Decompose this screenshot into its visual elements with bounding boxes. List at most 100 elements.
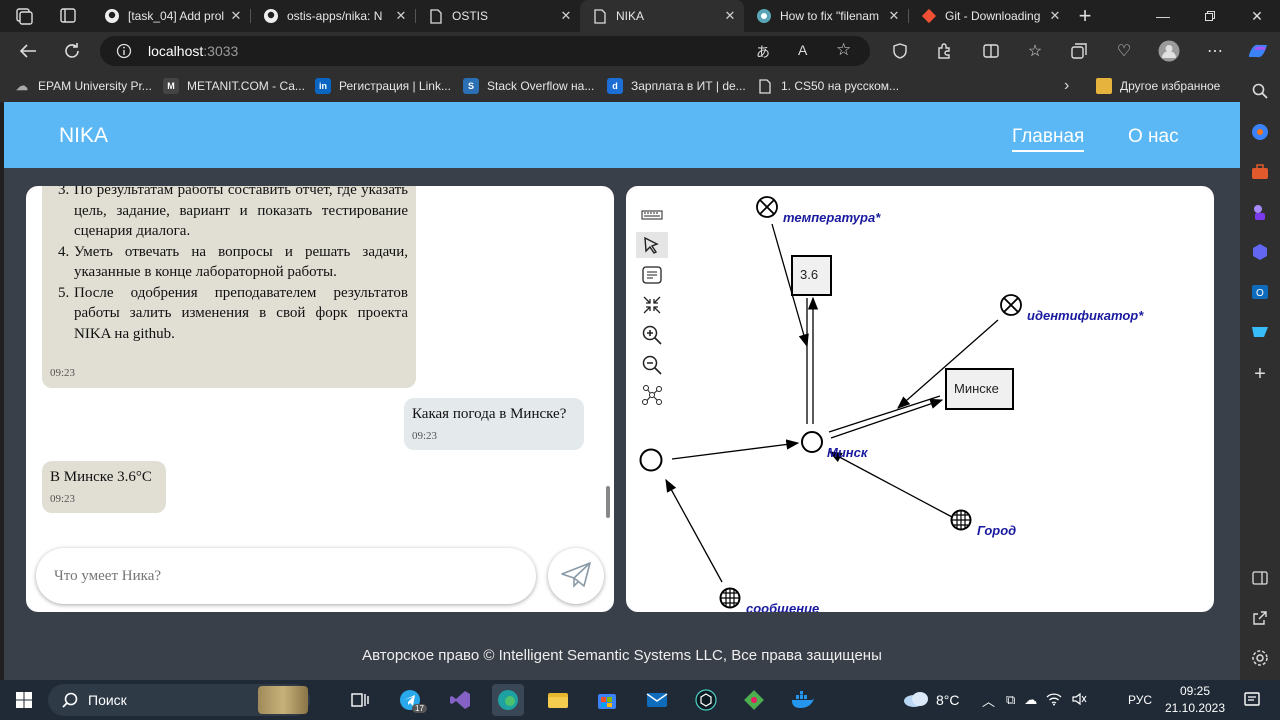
copilot-icon[interactable] <box>1242 36 1274 66</box>
speaker-icon[interactable] <box>1071 692 1087 709</box>
bookmark-metanit[interactable]: M METANIT.COM - Са... <box>163 70 305 102</box>
new-tab-button[interactable]: + <box>1072 3 1098 29</box>
office-icon[interactable] <box>1248 240 1272 264</box>
task-view-icon[interactable] <box>344 684 376 716</box>
chatgpt-app[interactable] <box>690 684 722 716</box>
bookmark-stackoverflow[interactable]: S Stack Overflow на... <box>463 70 594 102</box>
refresh-button[interactable] <box>56 36 88 66</box>
close-icon[interactable]: ✕ <box>556 8 576 24</box>
profile-avatar[interactable] <box>1153 36 1185 66</box>
start-windows-icon[interactable] <box>8 684 40 716</box>
tab-nika-repo[interactable]: ostis-apps/nika: N ✕ <box>251 0 415 32</box>
split-screen-icon[interactable] <box>975 36 1007 66</box>
list-item-text: По результатам работы составить отчет, г… <box>74 186 408 239</box>
read-aloud-icon[interactable]: A <box>798 42 807 58</box>
sidebar-toggle-icon[interactable] <box>1248 566 1272 590</box>
tab-nika[interactable]: NIKA ✕ <box>580 0 744 32</box>
notifications-icon[interactable] <box>1236 684 1268 716</box>
edge-anon-to-minsk <box>671 439 800 460</box>
games-icon[interactable] <box>1248 200 1272 224</box>
bookmark-label: 1. CS50 на русском... <box>781 79 900 93</box>
svg-text:O: O <box>1256 288 1264 299</box>
more-icon[interactable]: ⋯ <box>1199 36 1231 66</box>
nav-about[interactable]: О нас <box>1128 126 1179 148</box>
close-icon[interactable]: ✕ <box>1045 8 1065 24</box>
close-icon[interactable]: ✕ <box>720 8 740 24</box>
send-icon[interactable] <box>1248 320 1272 344</box>
send-message-button[interactable] <box>548 548 604 604</box>
heart-monitor-icon[interactable]: ♡ <box>1108 36 1140 66</box>
tab-git-download[interactable]: Git - Downloading ✕ <box>909 0 1069 32</box>
bookmark-epam[interactable]: ☁ EPAM University Pr... <box>14 70 152 102</box>
bookmark-other-folder[interactable]: Другое избранное <box>1096 70 1220 102</box>
discover-icon[interactable] <box>1248 120 1272 144</box>
node-value[interactable]: 3.6 <box>791 255 832 296</box>
ms-store-app[interactable] <box>591 684 623 716</box>
node-minske[interactable]: Минске <box>945 368 1014 410</box>
tab-ostis[interactable]: OSTIS ✕ <box>416 0 580 32</box>
workspaces-icon[interactable] <box>14 7 34 25</box>
bot-message-text: В Минске 3.6°C <box>50 469 152 485</box>
close-icon[interactable]: ✕ <box>391 8 411 24</box>
extensions-icon[interactable] <box>928 36 960 66</box>
docker-app[interactable] <box>787 684 819 716</box>
url-text[interactable]: localhost:3033 <box>148 43 238 59</box>
tab-task04[interactable]: [task_04] Add prol ✕ <box>92 0 250 32</box>
info-icon[interactable] <box>116 43 132 59</box>
collections-icon[interactable] <box>1063 36 1095 66</box>
file-explorer-app[interactable] <box>542 684 574 716</box>
favorite-star-icon[interactable]: ☆ <box>836 40 851 60</box>
tab-actions-icon[interactable] <box>58 7 78 25</box>
telegram-app[interactable]: 17 <box>394 684 427 716</box>
add-icon[interactable]: + <box>1248 362 1272 386</box>
bookmark-label: Регистрация | Link... <box>339 79 451 93</box>
tray-icons[interactable]: ⧉ ☁ <box>1006 680 1087 720</box>
nav-home[interactable]: Главная <box>1012 126 1085 152</box>
node-city[interactable]: Город <box>950 509 1017 539</box>
search-icon[interactable] <box>1248 79 1272 103</box>
weather-temp: 8°C <box>936 692 960 708</box>
node-anonymous[interactable] <box>639 448 663 472</box>
tray-overflow-chevron-icon[interactable]: ︿ <box>982 680 995 720</box>
weather-widget[interactable]: 8°C <box>902 680 960 720</box>
bookmarks-overflow-chevron-icon[interactable]: › <box>1064 70 1069 102</box>
address-bar[interactable]: localhost:3033 あ A ☆ <box>100 36 870 66</box>
chat-input[interactable] <box>36 548 536 604</box>
settings-gear-icon[interactable] <box>1248 646 1272 670</box>
search-icon <box>62 692 78 713</box>
chat-scrollbar[interactable] <box>606 486 610 518</box>
wifi-icon[interactable] <box>1046 692 1062 709</box>
git-extensions-app[interactable] <box>738 684 770 716</box>
node-identifier[interactable]: идентификатор* <box>1000 294 1144 323</box>
favorites-icon[interactable]: ☆ <box>1019 36 1051 66</box>
bookmark-cs50[interactable]: 1. CS50 на русском... <box>757 70 899 102</box>
close-window-button[interactable]: ✕ <box>1234 0 1280 32</box>
list-item: 5. После одобрения преподавателем результ… <box>58 283 408 345</box>
brand-logo[interactable]: NIKA <box>59 124 108 148</box>
input-language[interactable]: РУС <box>1128 680 1152 720</box>
translate-icon[interactable]: あ <box>756 42 770 62</box>
node-message[interactable]: сообщение <box>719 587 820 613</box>
forum-icon <box>756 8 772 24</box>
back-button[interactable] <box>12 36 44 66</box>
clock[interactable]: 09:25 21.10.2023 <box>1160 683 1230 717</box>
visual-studio-app[interactable] <box>444 684 476 716</box>
app-navbar: NIKA Главная О нас <box>4 102 1240 168</box>
bookmark-linkedin[interactable]: in Регистрация | Link... <box>315 70 451 102</box>
restore-button[interactable] <box>1187 0 1233 32</box>
outlook-icon[interactable]: O <box>1248 280 1272 304</box>
external-link-icon[interactable] <box>1248 606 1272 630</box>
node-temperature[interactable]: температура* <box>756 196 881 225</box>
close-icon[interactable]: ✕ <box>226 8 246 24</box>
mail-app[interactable] <box>641 684 673 716</box>
bookmark-dev-salary[interactable]: d Зарплата в ИТ | de... <box>607 70 746 102</box>
edge-browser-app[interactable] <box>492 684 524 716</box>
close-icon[interactable]: ✕ <box>884 8 904 24</box>
tab-fix-filename[interactable]: How to fix "filenam ✕ <box>744 0 908 32</box>
onedrive-cloud-icon[interactable]: ☁ <box>1024 692 1037 708</box>
minimize-button[interactable]: — <box>1140 0 1186 32</box>
taskbar-search-box[interactable]: Поиск <box>48 684 310 716</box>
meet-icon[interactable]: ⧉ <box>1006 692 1015 708</box>
shield-icon[interactable] <box>884 36 916 66</box>
tools-icon[interactable] <box>1248 160 1272 184</box>
